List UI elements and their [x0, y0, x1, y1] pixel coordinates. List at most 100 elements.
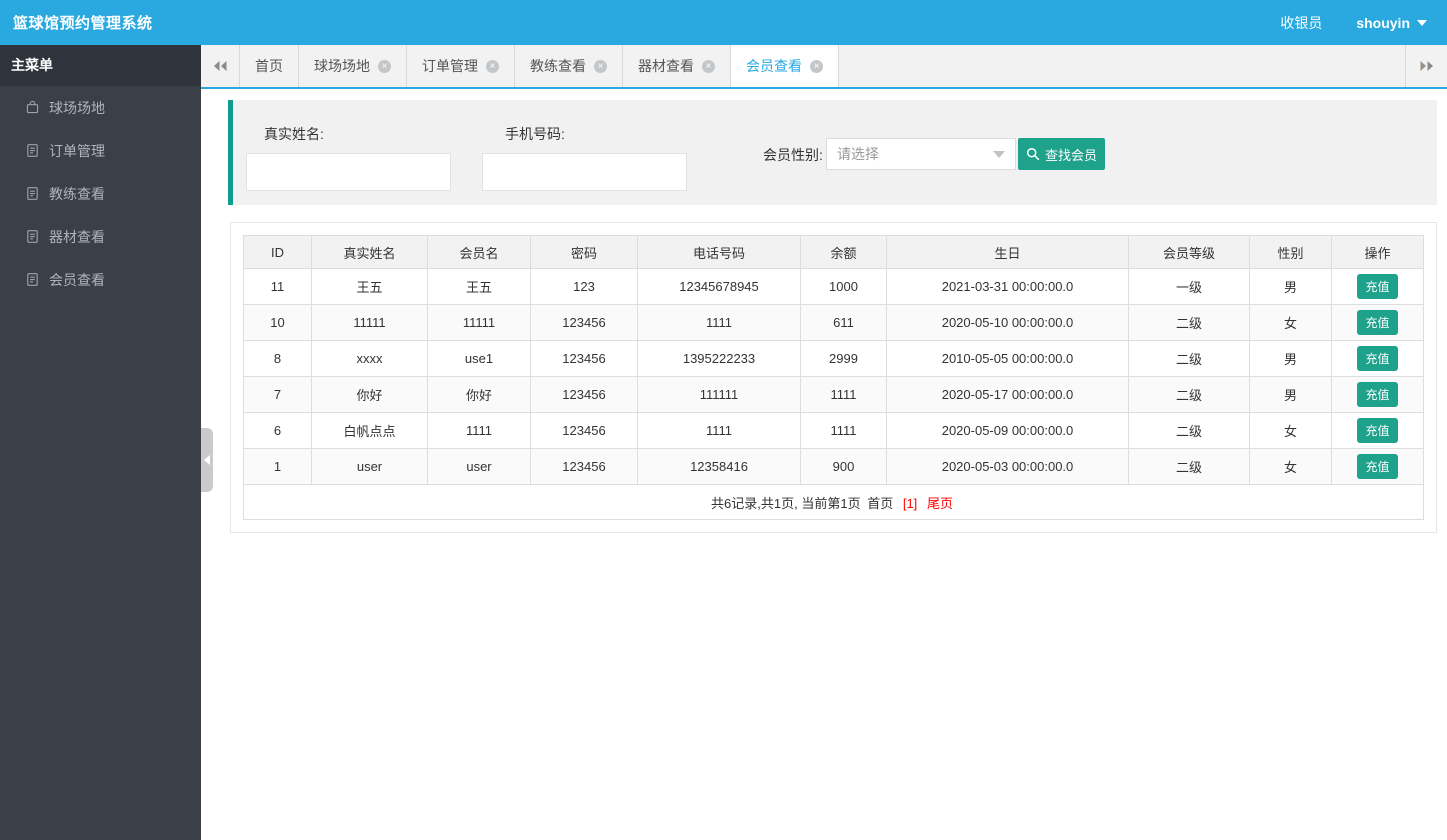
search-icon: [1026, 147, 1040, 161]
phone-input[interactable]: [482, 153, 687, 191]
table-card: ID 真实姓名 会员名 密码 电话号码 余额 生日 会员等级 性别 操作 11 王五 王五 123 123…: [230, 222, 1437, 533]
members-table: ID 真实姓名 会员名 密码 电话号码 余额 生日 会员等级 性别 操作 11 王五 王五 123 123…: [243, 235, 1424, 520]
search-member-button[interactable]: 查找会员: [1018, 138, 1105, 170]
pagination-first-link[interactable]: 首页: [867, 496, 893, 511]
tab-label: 球场场地: [314, 58, 370, 74]
close-icon[interactable]: ×: [594, 59, 607, 73]
recharge-button[interactable]: 充值: [1357, 310, 1398, 335]
column-header: 生日: [886, 235, 1129, 269]
table-cell: 11: [243, 268, 312, 305]
table-row: 11 王五 王五 123 12345678945 1000 2021-03-31 00:00…: [243, 268, 1424, 305]
table-cell: 女: [1249, 304, 1332, 341]
caret-down-icon: [1417, 19, 1427, 26]
recharge-button[interactable]: 充值: [1357, 274, 1398, 299]
table-cell: 900: [800, 448, 887, 485]
column-header: 电话号码: [637, 235, 801, 269]
table-row: 6 白帆点点 1111 123456 1111 1111 2020-05-09 00:00:…: [243, 412, 1424, 449]
user-role-label: 收银员: [1280, 14, 1323, 31]
tabs: 首页 球场场地 × 订单管理 × 教练查看 × 器材查看 × 会员查看 ×: [240, 45, 839, 87]
tab-3[interactable]: 教练查看 ×: [515, 45, 623, 87]
table-cell: 611: [800, 304, 887, 341]
document-icon: [25, 186, 40, 201]
real-name-label: 真实姓名:: [264, 126, 324, 142]
table-cell-action: 充值: [1331, 340, 1424, 377]
table-cell: 二级: [1128, 448, 1250, 485]
table-row: 1 user user 123456 12358416 900 2020-05-03 00:…: [243, 448, 1424, 485]
user-menu[interactable]: shouyin: [1356, 15, 1427, 31]
column-header: 会员等级: [1128, 235, 1250, 269]
column-header: 操作: [1331, 235, 1424, 269]
app-title: 篮球馆预约管理系统: [13, 15, 153, 32]
search-button-label: 查找会员: [1044, 147, 1097, 163]
tab-label: 器材查看: [638, 58, 694, 74]
recharge-button[interactable]: 充值: [1357, 346, 1398, 371]
table-cell: 12358416: [637, 448, 801, 485]
search-panel: 真实姓名: 手机号码: 会员性别: 请选择 查找会员: [228, 100, 1437, 205]
table-cell: 11111: [311, 304, 428, 341]
real-name-input[interactable]: [246, 153, 451, 191]
app-header: 篮球馆预约管理系统 收银员 shouyin: [0, 0, 1447, 45]
table-cell: 8: [243, 340, 312, 377]
table-cell: 1111: [800, 412, 887, 449]
sidebar-item-4[interactable]: 会员查看: [0, 258, 201, 301]
table-cell: 你好: [427, 376, 531, 413]
table-cell: 二级: [1128, 376, 1250, 413]
pagination-current-page[interactable]: [1]: [903, 496, 917, 511]
tab-label: 会员查看: [746, 58, 802, 74]
recharge-button[interactable]: 充值: [1357, 454, 1398, 479]
table-cell-action: 充值: [1331, 268, 1424, 305]
tab-4[interactable]: 器材查看 ×: [623, 45, 731, 87]
table-cell: xxxx: [311, 340, 428, 377]
recharge-button[interactable]: 充值: [1357, 382, 1398, 407]
pagination-summary: 共6记录,共1页, 当前第1页: [711, 495, 861, 511]
table-cell: 2020-05-17 00:00:00.0: [886, 376, 1129, 413]
tabs-scroll-right-button[interactable]: [1405, 45, 1447, 87]
tab-0[interactable]: 首页: [240, 45, 299, 87]
close-icon[interactable]: ×: [702, 59, 715, 73]
sidebar-item-label: 球场场地: [49, 99, 105, 116]
tab-label: 首页: [255, 58, 283, 74]
table-cell: 123456: [530, 340, 638, 377]
table-cell: 1111: [637, 412, 801, 449]
table-cell: 男: [1249, 340, 1332, 377]
sidebar-collapse-handle[interactable]: [201, 428, 213, 492]
table-cell: 男: [1249, 376, 1332, 413]
table-cell: 2021-03-31 00:00:00.0: [886, 268, 1129, 305]
tabs-scroll-left-button[interactable]: [201, 45, 240, 87]
table-cell: user: [311, 448, 428, 485]
sidebar-item-1[interactable]: 订单管理: [0, 129, 201, 172]
close-icon[interactable]: ×: [486, 59, 499, 73]
main-layout: 主菜单 球场场地 订单管理 教练查看 器材查看 会员查看 首页 球场场地 × 订单管理 × 教练查…: [0, 45, 1447, 840]
table-cell: user: [427, 448, 531, 485]
table-cell: use1: [427, 340, 531, 377]
table-cell: 1395222233: [637, 340, 801, 377]
tab-2[interactable]: 订单管理 ×: [407, 45, 515, 87]
gender-select[interactable]: 请选择: [826, 138, 1016, 170]
phone-label: 手机号码:: [505, 126, 565, 142]
table-cell: 二级: [1128, 412, 1250, 449]
table-cell: 123456: [530, 376, 638, 413]
table-cell: 女: [1249, 448, 1332, 485]
tab-label: 订单管理: [422, 58, 478, 74]
table-cell: 王五: [427, 268, 531, 305]
close-icon[interactable]: ×: [378, 59, 391, 73]
column-header: 性别: [1249, 235, 1332, 269]
recharge-button[interactable]: 充值: [1357, 418, 1398, 443]
sidebar: 主菜单 球场场地 订单管理 教练查看 器材查看 会员查看: [0, 45, 213, 840]
tab-5[interactable]: 会员查看 ×: [731, 45, 839, 87]
table-row: 8 xxxx use1 123456 1395222233 2999 2010-05-05 …: [243, 340, 1424, 377]
sidebar-item-2[interactable]: 教练查看: [0, 172, 201, 215]
pagination-last-link[interactable]: 尾页: [927, 496, 953, 511]
close-icon[interactable]: ×: [810, 59, 823, 73]
sidebar-item-0[interactable]: 球场场地: [0, 86, 201, 129]
tab-1[interactable]: 球场场地 ×: [299, 45, 407, 87]
table-cell: 白帆点点: [311, 412, 428, 449]
username-label: shouyin: [1356, 14, 1410, 31]
sidebar-item-3[interactable]: 器材查看: [0, 215, 201, 258]
main-area: 首页 球场场地 × 订单管理 × 教练查看 × 器材查看 × 会员查看 × 真实姓名: 手机号码: …: [201, 45, 1447, 840]
table-row: 10 11111 11111 123456 1111 611 2020-05-10 00:0…: [243, 304, 1424, 341]
content-area: 真实姓名: 手机号码: 会员性别: 请选择 查找会员 ID 真实姓名 会员名 密…: [201, 89, 1447, 840]
chevron-down-icon: [993, 150, 1005, 158]
table-cell: 12345678945: [637, 268, 801, 305]
sidebar-item-label: 会员查看: [49, 271, 105, 288]
